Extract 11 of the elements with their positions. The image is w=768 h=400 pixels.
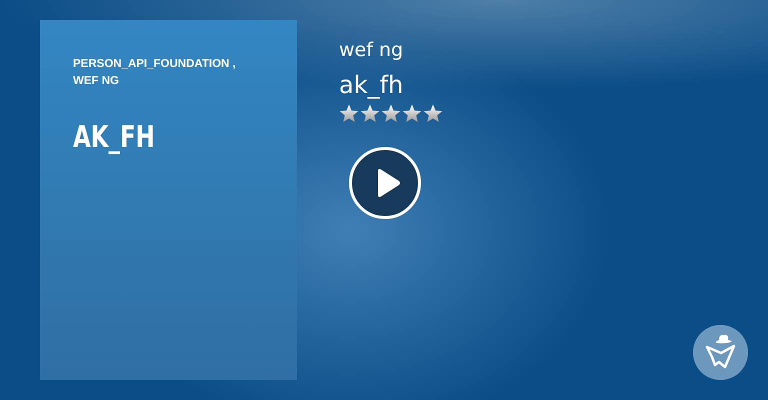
star-icon[interactable] — [360, 104, 380, 123]
star-icon[interactable] — [423, 104, 443, 123]
star-icon[interactable] — [339, 104, 359, 123]
author-name: wef ng — [339, 38, 404, 62]
book-title: ak_fh — [339, 70, 404, 100]
cover-authors: PERSON_API_FOUNDATION , WEF NG — [73, 57, 237, 89]
star-rating[interactable] — [339, 104, 443, 123]
cover-title: AK_FH — [73, 120, 155, 155]
star-icon[interactable] — [381, 104, 401, 123]
reader-hat-icon[interactable] — [693, 325, 748, 380]
star-icon[interactable] — [402, 104, 422, 123]
